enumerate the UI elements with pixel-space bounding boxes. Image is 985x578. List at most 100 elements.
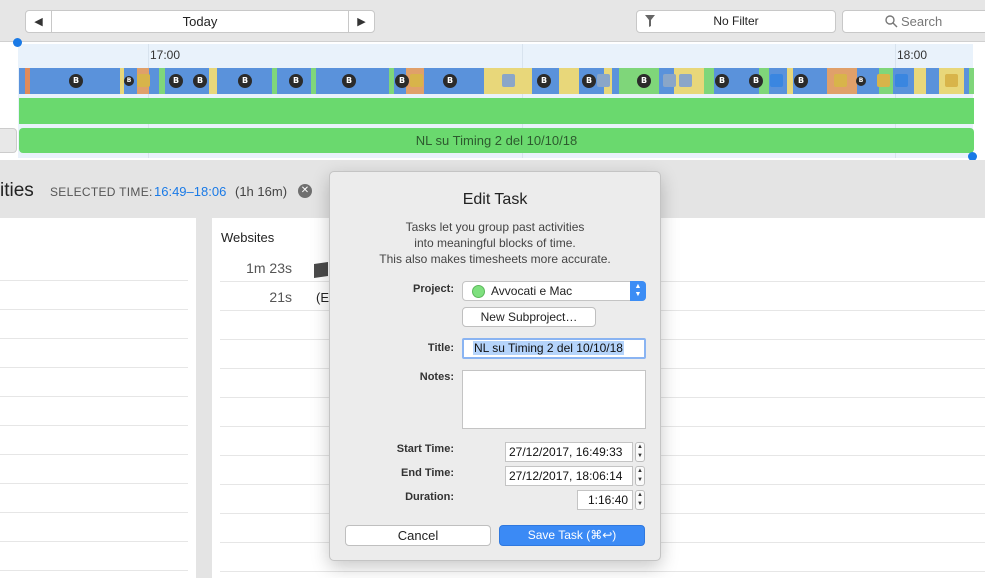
activity-segment[interactable] — [969, 68, 974, 94]
date-navigator: ◀ Today ▶ — [25, 10, 375, 33]
browser-app-icon: B — [193, 74, 207, 88]
finder-icon — [770, 74, 783, 87]
row-divider — [0, 280, 188, 281]
search-input[interactable]: Search — [842, 10, 985, 33]
activity-segment[interactable] — [272, 68, 277, 94]
funnel-icon — [645, 15, 655, 27]
activity-segment[interactable] — [389, 68, 394, 94]
project-row[interactable] — [19, 98, 974, 124]
website-label[interactable]: (E — [316, 290, 329, 305]
activity-segment[interactable] — [559, 68, 579, 94]
notes-field[interactable] — [462, 370, 646, 429]
chevron-left-icon: ◀ — [34, 16, 43, 28]
website-duration: 1m 23s — [246, 260, 292, 276]
selected-time-range[interactable]: 16:49–18:06 — [154, 184, 226, 199]
browser-app-icon: B — [69, 74, 83, 88]
finder-window-icon — [663, 74, 676, 87]
browser-app-icon: B — [715, 74, 729, 88]
activity-segment[interactable] — [209, 68, 217, 94]
notes-label: Notes: — [419, 371, 454, 383]
project-value: Avvocati e Mac — [491, 284, 573, 298]
search-placeholder: Search — [901, 14, 943, 29]
row-divider — [0, 454, 188, 455]
browser-app-icon: B — [537, 74, 551, 88]
activity-segment[interactable] — [159, 68, 165, 94]
selection-start-handle[interactable] — [13, 38, 22, 47]
row-divider — [0, 512, 188, 513]
new-subproject-button[interactable]: New Subproject… — [462, 307, 596, 327]
finder-window-icon — [502, 74, 515, 87]
timeline[interactable]: 17:00 18:00 B B B B B B B B B B B B B B … — [0, 38, 985, 161]
website-cube-icon — [314, 262, 328, 278]
end-time-field[interactable]: 27/12/2017, 18:06:14 — [505, 466, 633, 486]
activity-segment[interactable] — [787, 68, 793, 94]
browser-app-icon: B — [856, 76, 866, 86]
start-time-label: Start Time: — [396, 443, 454, 455]
row-divider — [220, 571, 985, 572]
dialog-description: Tasks let you group past activities into… — [330, 219, 660, 267]
browser-app-icon: B — [443, 74, 457, 88]
activity-segment[interactable] — [914, 68, 926, 94]
dialog-title: Edit Task — [462, 191, 528, 208]
row-divider — [0, 309, 188, 310]
finder-window-icon — [679, 74, 692, 87]
notes-app-icon — [137, 74, 150, 87]
project-color-dot — [472, 285, 485, 298]
task-block[interactable]: NL su Timing 2 del 10/10/18 — [19, 128, 974, 153]
close-circle-icon[interactable]: ✕ — [298, 184, 312, 198]
end-time-stepper[interactable]: ▲ ▼ — [635, 466, 645, 486]
dialog-description-line: into meaningful blocks of time. — [414, 236, 576, 250]
tick-label-18: 18:00 — [897, 48, 928, 62]
title-field[interactable]: NL su Timing 2 del 10/10/18 — [462, 338, 646, 359]
start-time-stepper[interactable]: ▲ ▼ — [635, 442, 645, 462]
project-select[interactable]: Avvocati e Mac ▲ ▼ — [462, 281, 646, 301]
dialog-description-line: This also makes timesheets more accurate… — [379, 252, 611, 266]
row-divider — [0, 570, 188, 571]
duration-stepper[interactable]: ▲ ▼ — [635, 490, 645, 510]
browser-app-icon: B — [124, 76, 134, 86]
activities-list-panel — [0, 218, 196, 578]
filter-button[interactable]: No Filter — [636, 10, 836, 33]
browser-app-icon: B — [749, 74, 763, 88]
website-duration: 21s — [269, 289, 292, 305]
row-divider — [0, 483, 188, 484]
section-heading: ities — [0, 180, 34, 201]
chevron-right-icon: ▶ — [357, 16, 366, 28]
row-divider — [0, 338, 188, 339]
browser-app-icon: B — [169, 74, 183, 88]
activity-row[interactable]: B B B B B B B B B B B B B B B B — [19, 68, 974, 94]
notes-app-icon — [945, 74, 958, 87]
chevron-up-down-icon: ▲ ▼ — [630, 281, 646, 301]
save-task-button[interactable]: Save Task (⌘↩) — [499, 525, 645, 546]
row-divider — [0, 396, 188, 397]
start-time-field[interactable]: 27/12/2017, 16:49:33 — [505, 442, 633, 462]
row-divider — [0, 541, 188, 542]
activity-segment[interactable] — [704, 68, 714, 94]
notes-app-icon — [834, 74, 847, 87]
finder-icon — [895, 74, 908, 87]
previous-task-block[interactable] — [0, 128, 17, 153]
project-label: Project: — [413, 283, 454, 295]
row-divider — [0, 367, 188, 368]
notes-app-icon — [410, 74, 423, 87]
activity-segment[interactable] — [25, 68, 30, 94]
tick-label-17: 17:00 — [150, 48, 181, 62]
notes-app-icon — [877, 74, 890, 87]
edit-task-dialog: Edit Task Tasks let you group past activ… — [329, 171, 661, 561]
today-button[interactable]: Today — [52, 11, 348, 32]
previous-day-button[interactable]: ◀ — [26, 11, 52, 32]
browser-app-icon: B — [582, 74, 596, 88]
browser-app-icon: B — [238, 74, 252, 88]
activity-segment[interactable] — [311, 68, 316, 94]
browser-app-icon: B — [289, 74, 303, 88]
browser-app-icon: B — [395, 74, 409, 88]
cancel-button[interactable]: Cancel — [345, 525, 491, 546]
duration-label: Duration: — [405, 491, 454, 503]
row-divider — [0, 425, 188, 426]
duration-field[interactable]: 1:16:40 — [577, 490, 633, 510]
websites-title: Websites — [221, 230, 275, 245]
next-day-button[interactable]: ▶ — [348, 11, 374, 32]
filter-label: No Filter — [713, 14, 759, 28]
browser-app-icon: B — [637, 74, 651, 88]
selected-time-duration: (1h 16m) — [235, 184, 288, 199]
